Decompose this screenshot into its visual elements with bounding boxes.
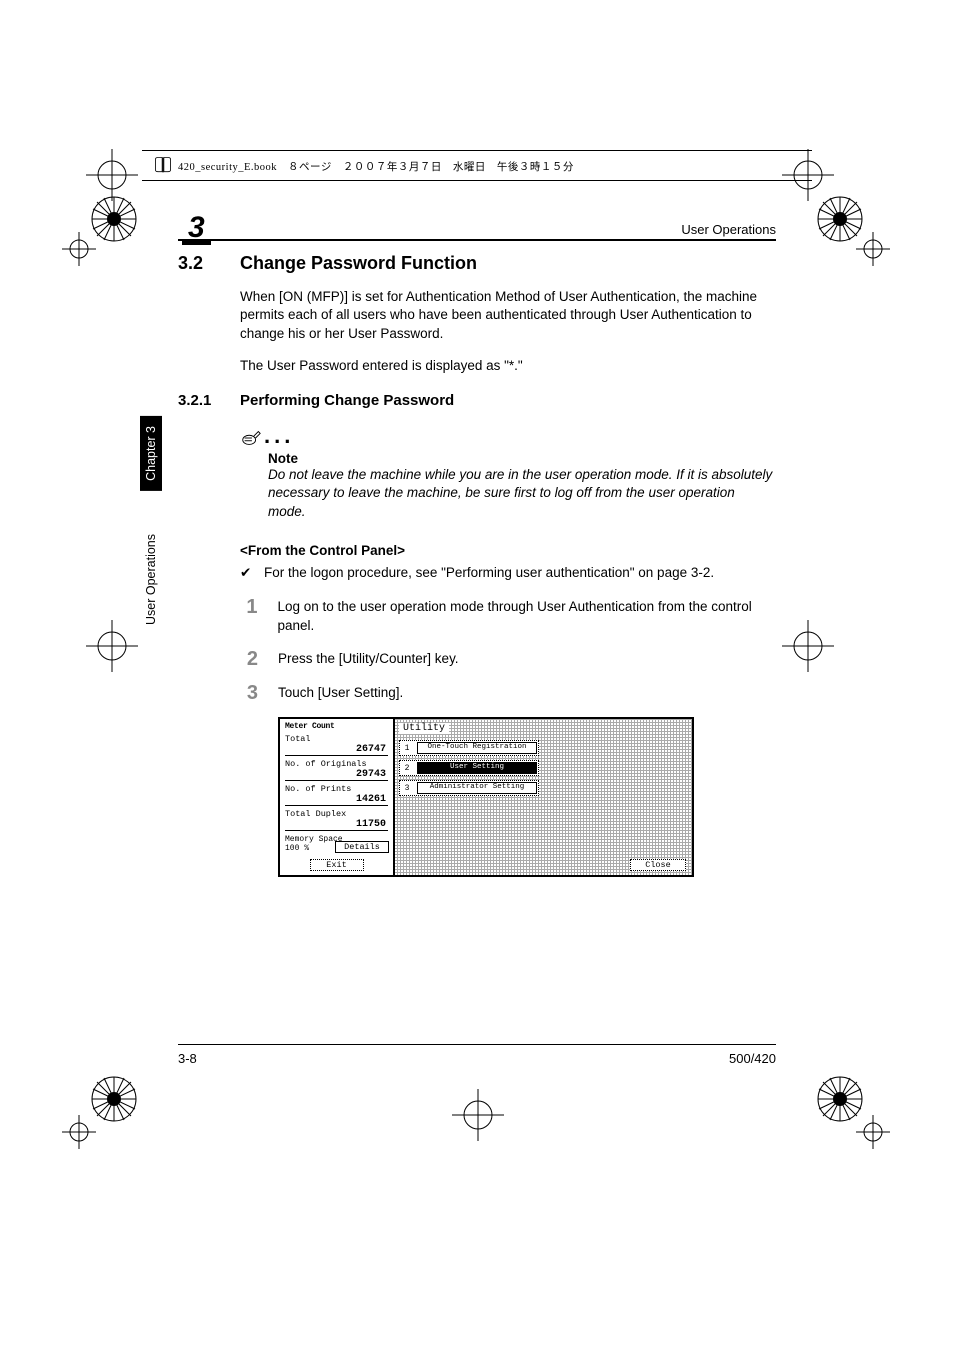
- heading-2-number: 3.2: [178, 253, 218, 274]
- crop-mark-icon: [856, 1115, 890, 1149]
- crop-mark-icon: [62, 1115, 96, 1149]
- step-item: 3 Touch [User Setting].: [240, 683, 776, 703]
- step-item: 2 Press the [Utility/Counter] key.: [240, 649, 776, 669]
- footer-model: 500/420: [729, 1051, 776, 1066]
- registration-star-icon: [90, 1075, 138, 1123]
- menu-label: User Setting: [417, 762, 537, 774]
- heading-3-number: 3.2.1: [178, 392, 230, 409]
- side-tab-section: User Operations: [140, 534, 162, 625]
- heading-2-title: Change Password Function: [240, 253, 477, 274]
- meter-row-value: 29743: [285, 769, 388, 781]
- meter-row-label: No. of Originals: [285, 759, 388, 769]
- step-text: Log on to the user operation mode throug…: [277, 597, 776, 635]
- close-button[interactable]: Close: [630, 859, 686, 871]
- meter-count-panel: Meter Count Total26747 No. of Originals2…: [280, 719, 395, 875]
- menu-label: One-Touch Registration: [417, 742, 537, 754]
- intro-paragraph-2: The User Password entered is displayed a…: [240, 357, 776, 376]
- step-number: 1: [240, 597, 257, 635]
- memory-value: 100 %: [285, 844, 309, 853]
- meter-count-title: Meter Count: [285, 723, 388, 731]
- menu-index: 1: [401, 742, 413, 754]
- crop-mark-icon: [62, 232, 96, 266]
- chapter-number: 3: [188, 213, 205, 243]
- exit-button[interactable]: Exit: [310, 859, 364, 871]
- note-icon: [240, 427, 262, 449]
- step-number: 2: [240, 649, 258, 669]
- meter-row-value: 11750: [285, 819, 388, 831]
- crop-mark-icon: [778, 616, 838, 676]
- step-text: Touch [User Setting].: [278, 683, 403, 703]
- note-dots: ...: [264, 423, 294, 448]
- book-meta-text: 420_security_E.book ８ページ ２００７年３月７日 水曜日 午…: [178, 159, 574, 174]
- running-header-title: User Operations: [681, 222, 776, 237]
- heading-3-title: Performing Change Password: [240, 392, 454, 409]
- note-body: Do not leave the machine while you are i…: [268, 466, 776, 521]
- meter-row-value: 26747: [285, 744, 388, 756]
- menu-label: Administrator Setting: [417, 782, 537, 794]
- footer-page-number: 3-8: [178, 1051, 197, 1066]
- memory-label: Memory Space: [285, 835, 343, 844]
- crop-mark-icon: [82, 616, 142, 676]
- crop-mark-icon: [448, 1085, 508, 1145]
- details-button[interactable]: Details: [335, 841, 389, 853]
- step-text: Press the [Utility/Counter] key.: [278, 649, 459, 669]
- registration-star-icon: [90, 195, 138, 243]
- utility-panel: Utility 1 One-Touch Registration 2 User …: [395, 719, 692, 875]
- step-item: 1 Log on to the user operation mode thro…: [240, 597, 776, 635]
- checkmark-icon: ✔: [240, 564, 254, 583]
- crop-mark-icon: [856, 232, 890, 266]
- utility-screenshot: Meter Count Total26747 No. of Originals2…: [278, 717, 694, 877]
- meter-row-label: Total: [285, 734, 388, 744]
- subheading: <From the Control Panel>: [240, 543, 776, 558]
- check-item-text: For the logon procedure, see "Performing…: [264, 564, 714, 583]
- utility-menu-item[interactable]: 3 Administrator Setting: [399, 780, 539, 796]
- utility-title: Utility: [399, 723, 449, 734]
- side-tab-chapter: Chapter 3: [140, 416, 162, 491]
- utility-menu-item[interactable]: 1 One-Touch Registration: [399, 740, 539, 756]
- menu-index: 2: [401, 762, 413, 774]
- utility-menu-item[interactable]: 2 User Setting: [399, 760, 539, 776]
- meter-row-value: 14261: [285, 794, 388, 806]
- note-label: Note: [268, 451, 776, 466]
- menu-index: 3: [401, 782, 413, 794]
- meter-row-label: Total Duplex: [285, 809, 388, 819]
- intro-paragraph: When [ON (MFP)] is set for Authenticatio…: [240, 288, 776, 344]
- step-number: 3: [240, 683, 258, 703]
- meter-row-label: No. of Prints: [285, 784, 388, 794]
